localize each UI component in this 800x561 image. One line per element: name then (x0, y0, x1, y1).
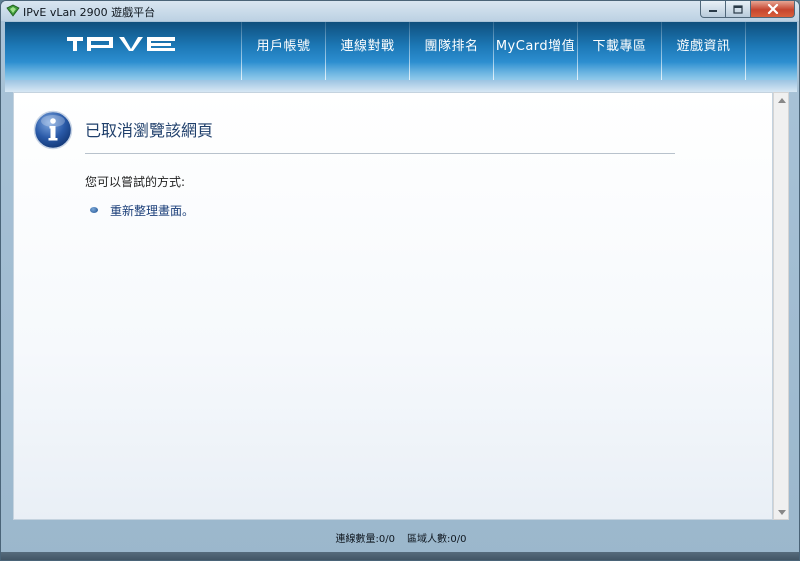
taskbar-strip (1, 552, 799, 560)
main-nav: 用戶帳號 連線對戰 團隊排名 MyCard增值 下載專區 遊戲資訊 (241, 22, 746, 80)
suggestion-label: 您可以嘗試的方式: (85, 175, 186, 189)
header-subbar (5, 80, 797, 92)
ipve-logo (67, 37, 175, 51)
refresh-link[interactable]: 重新整理畫面。 (110, 202, 194, 219)
divider (85, 153, 675, 154)
scroll-down-icon[interactable] (778, 510, 786, 515)
browser-content: 已取消瀏覽該網頁 您可以嘗試的方式: 重新整理畫面。 (13, 92, 773, 520)
area-user-count: 區域人數:0/0 (407, 533, 467, 545)
app-header: 用戶帳號 連線對戰 團隊排名 MyCard增值 下載專區 遊戲資訊 (5, 22, 797, 80)
app-logo-icon (6, 4, 20, 17)
nav-item-team-ranking[interactable]: 團隊排名 (410, 22, 493, 66)
vertical-scrollbar[interactable] (773, 92, 789, 520)
close-button[interactable] (751, 1, 795, 18)
nav-item-account[interactable]: 用戶帳號 (242, 22, 325, 66)
window-controls (700, 1, 795, 18)
close-icon (767, 4, 778, 14)
connection-count: 連線數量:0/0 (335, 533, 395, 545)
nav-item-online-battle[interactable]: 連線對戰 (326, 22, 409, 66)
maximize-icon (733, 4, 743, 14)
maximize-button[interactable] (726, 1, 751, 18)
window-title: IPvE vLan 2900 遊戲平台 (23, 6, 156, 19)
bullet-icon (90, 207, 98, 213)
info-icon (33, 110, 73, 150)
minimize-button[interactable] (700, 1, 726, 18)
status-bar: 連線數量:0/0 區域人數:0/0 (5, 522, 797, 552)
nav-separator (745, 22, 746, 80)
nav-item-downloads[interactable]: 下載專區 (578, 22, 661, 66)
app-window: IPvE vLan 2900 遊戲平台 用戶帳號 連線對戰 團隊排名 MyCar… (0, 0, 800, 561)
ipve-logo-letters (67, 37, 175, 51)
minimize-icon (709, 10, 717, 12)
nav-item-game-info[interactable]: 遊戲資訊 (662, 22, 745, 66)
page-title: 已取消瀏覽該網頁 (85, 121, 214, 140)
nav-item-mycard[interactable]: MyCard增值 (494, 22, 577, 66)
scroll-up-icon[interactable] (778, 98, 786, 103)
title-bar[interactable]: IPvE vLan 2900 遊戲平台 (1, 1, 799, 21)
